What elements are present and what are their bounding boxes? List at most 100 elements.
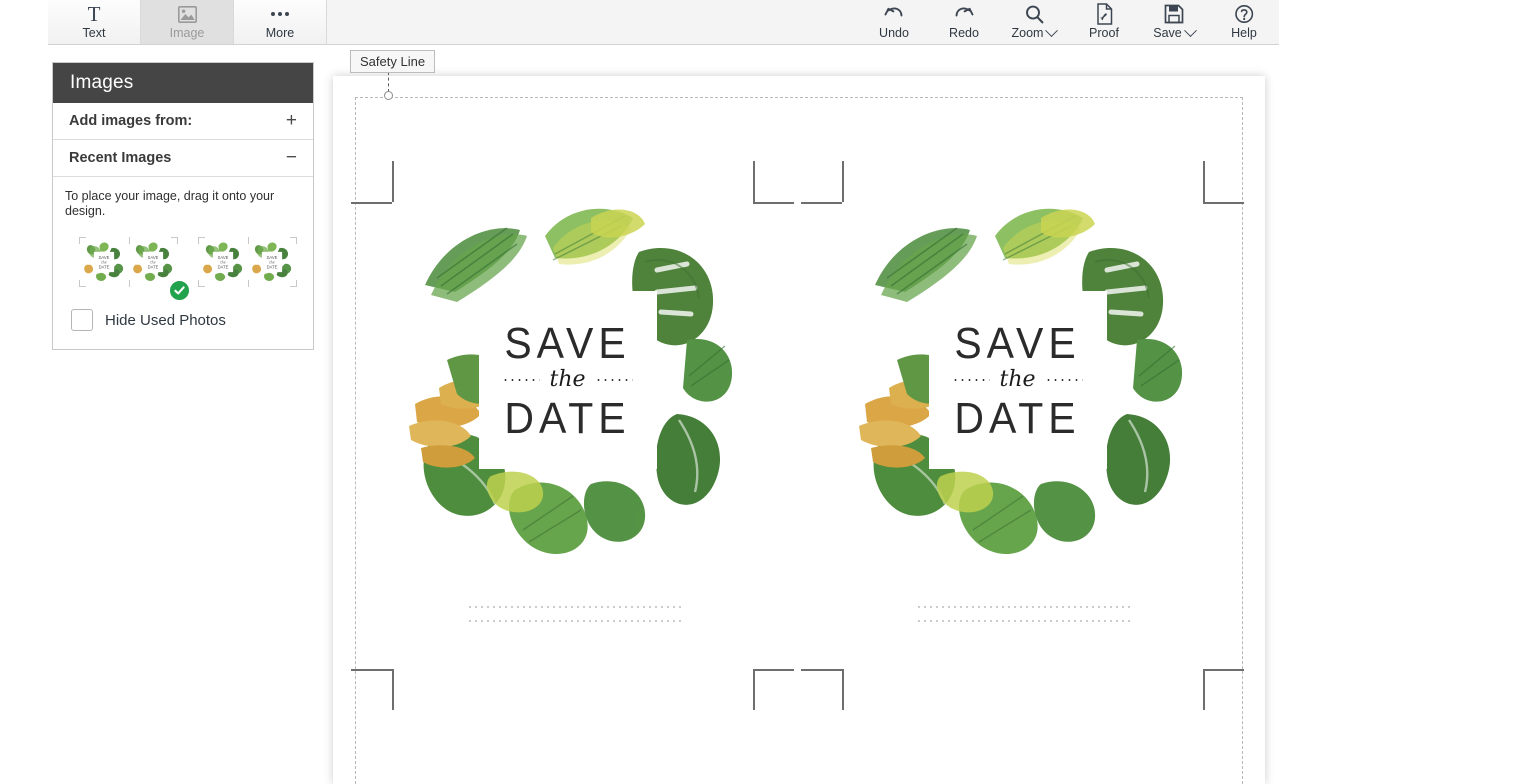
more-dots-icon bbox=[271, 4, 289, 25]
design-canvas[interactable]: Safety Line SAVE the DATE SAVE the DATE bbox=[333, 50, 1265, 784]
redo-label: Redo bbox=[949, 26, 979, 41]
thumbnail-preview: SAVE the DATE SAVE the DATE bbox=[75, 233, 182, 291]
proof-button[interactable]: Proof bbox=[1069, 0, 1139, 44]
tab-image-label: Image bbox=[169, 25, 205, 40]
undo-text: Undo bbox=[879, 26, 909, 40]
crop-mark bbox=[351, 202, 392, 204]
safety-line-leader bbox=[388, 72, 389, 92]
redo-text: Redo bbox=[949, 26, 979, 40]
svg-text:SAVE: SAVE bbox=[148, 255, 159, 260]
card-the-text: the bbox=[549, 366, 586, 392]
images-panel-body: To place your image, drag it onto your d… bbox=[53, 177, 313, 349]
card-write-lines[interactable] bbox=[467, 606, 681, 632]
toolbar-tab-group: T Text Image More bbox=[48, 0, 327, 44]
svg-text:DATE: DATE bbox=[99, 264, 110, 269]
undo-button[interactable]: Undo bbox=[859, 0, 929, 44]
safety-line-tooltip: Safety Line bbox=[350, 50, 436, 73]
undo-arrow-icon bbox=[883, 3, 905, 25]
list-item[interactable]: SAVE the DATE SAVE the DATE bbox=[75, 233, 182, 291]
crop-mark bbox=[351, 669, 392, 671]
crop-mark bbox=[753, 669, 755, 710]
crop-mark bbox=[842, 161, 844, 202]
svg-text:SAVE: SAVE bbox=[267, 255, 278, 260]
image-icon bbox=[177, 4, 197, 25]
tropical-leaves-mini: SAVE the DATE bbox=[203, 242, 243, 281]
list-item[interactable]: SAVE the DATE SAVE the DATE bbox=[194, 233, 301, 291]
tab-more[interactable]: More bbox=[234, 0, 327, 44]
check-icon bbox=[174, 286, 185, 295]
write-line bbox=[916, 606, 1130, 608]
plus-icon: + bbox=[285, 110, 297, 131]
crop-mark bbox=[1203, 669, 1244, 671]
write-line bbox=[467, 620, 681, 622]
save-the-date-card[interactable]: SAVE the DATE bbox=[845, 200, 1190, 560]
mini-save-the-date-card: SAVE the DATE bbox=[130, 239, 176, 285]
crop-mark bbox=[392, 161, 394, 202]
chevron-down-icon bbox=[1045, 24, 1059, 38]
mini-save-the-date-card: SAVE the DATE bbox=[249, 239, 295, 285]
mini-save-the-date-card: SAVE the DATE bbox=[200, 239, 246, 285]
images-panel: Images Add images from: + Recent Images … bbox=[52, 62, 314, 350]
proof-label: Proof bbox=[1089, 26, 1119, 41]
safety-line-handle[interactable] bbox=[384, 91, 393, 100]
tropical-leaves-mini: SAVE the DATE bbox=[84, 242, 124, 281]
dot-leader-left bbox=[502, 378, 541, 381]
card-the-row: the bbox=[502, 366, 633, 392]
question-circle-icon bbox=[1234, 3, 1255, 25]
magnifier-icon bbox=[1024, 3, 1045, 25]
hide-used-photos-label: Hide Used Photos bbox=[105, 311, 226, 329]
images-panel-header: Images bbox=[53, 63, 313, 103]
svg-text:SAVE: SAVE bbox=[99, 255, 110, 260]
mini-save-the-date-card: SAVE the DATE bbox=[81, 239, 127, 285]
crop-mark bbox=[753, 202, 794, 204]
chevron-down-icon bbox=[1183, 24, 1197, 38]
save-the-date-text-box: SAVE the DATE bbox=[928, 291, 1107, 469]
tropical-leaves-mini: SAVE the DATE bbox=[133, 242, 173, 281]
toolbar-action-group: Undo Redo Zoom Proof Save Help bbox=[859, 0, 1279, 44]
crop-mark bbox=[753, 161, 755, 202]
hide-used-photos-checkbox[interactable] bbox=[71, 309, 93, 331]
crop-mark bbox=[392, 669, 394, 710]
card-write-lines[interactable] bbox=[916, 606, 1130, 632]
tab-text-label: Text bbox=[82, 25, 106, 40]
hide-used-photos-row[interactable]: Hide Used Photos bbox=[65, 301, 301, 333]
tab-text[interactable]: T Text bbox=[48, 0, 141, 44]
svg-text:the: the bbox=[150, 260, 155, 264]
minus-icon: − bbox=[285, 147, 297, 168]
add-images-from-label: Add images from: bbox=[69, 113, 193, 129]
crop-mark bbox=[1203, 161, 1205, 202]
crop-mark bbox=[801, 669, 842, 671]
svg-text:SAVE: SAVE bbox=[218, 255, 229, 260]
svg-text:DATE: DATE bbox=[267, 264, 278, 269]
crop-mark bbox=[1203, 202, 1244, 204]
card-save-text: SAVE bbox=[954, 318, 1081, 367]
help-text: Help bbox=[1231, 26, 1257, 40]
card-the-text: the bbox=[999, 366, 1036, 392]
panel-title: Images bbox=[70, 72, 134, 93]
zoom-button[interactable]: Zoom bbox=[999, 0, 1069, 44]
save-the-date-card[interactable]: SAVE the DATE bbox=[395, 200, 740, 560]
dot-leader-left bbox=[952, 378, 991, 381]
recent-images-thumbnails: SAVE the DATE SAVE the DATE SAVE the DAT… bbox=[65, 233, 301, 302]
recent-images-row[interactable]: Recent Images − bbox=[53, 140, 313, 177]
add-images-from-row[interactable]: Add images from: + bbox=[53, 103, 313, 140]
proof-text: Proof bbox=[1089, 26, 1119, 40]
save-the-date-text-box: SAVE the DATE bbox=[478, 291, 657, 469]
help-button[interactable]: Help bbox=[1209, 0, 1279, 44]
card-date-text: DATE bbox=[504, 393, 631, 442]
redo-button[interactable]: Redo bbox=[929, 0, 999, 44]
save-button[interactable]: Save bbox=[1139, 0, 1209, 44]
selected-check-badge bbox=[168, 279, 191, 302]
pdf-document-icon bbox=[1095, 3, 1114, 25]
card-date-text: DATE bbox=[954, 393, 1081, 442]
save-text: Save bbox=[1153, 26, 1182, 40]
recent-images-label: Recent Images bbox=[69, 150, 172, 166]
floppy-disk-icon bbox=[1164, 3, 1184, 25]
card-the-row: the bbox=[952, 366, 1083, 392]
dot-leader-right bbox=[1044, 378, 1083, 381]
design-editor-app: T Text Image More Undo Redo Zoom Proof S… bbox=[0, 0, 1527, 784]
redo-arrow-icon bbox=[953, 3, 975, 25]
svg-text:DATE: DATE bbox=[148, 264, 159, 269]
dot-leader-right bbox=[594, 378, 633, 381]
tab-image[interactable]: Image bbox=[141, 0, 234, 44]
